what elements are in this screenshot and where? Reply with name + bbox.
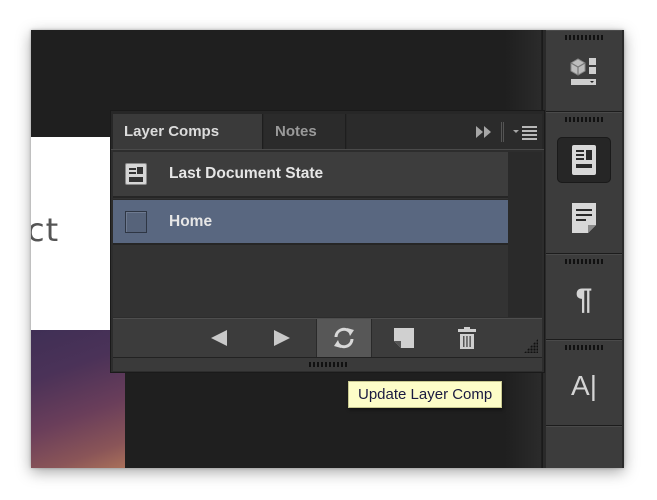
icon-dock: ¶ A|: [542, 30, 624, 468]
arrow-right-icon: [274, 330, 290, 346]
update-comp-button[interactable]: [316, 319, 372, 357]
new-comp-button[interactable]: [376, 319, 432, 357]
refresh-icon: [334, 327, 354, 349]
dock-group-comps: [546, 112, 622, 254]
layer-comps-list: Last Document State Home: [113, 152, 508, 317]
list-item-last-document-state[interactable]: Last Document State: [113, 152, 508, 198]
3d-cube-icon: [570, 58, 596, 85]
canvas-document[interactable]: ct: [31, 137, 111, 330]
tab-layer-comps[interactable]: Layer Comps: [113, 114, 263, 149]
dock-group-empty: [546, 426, 622, 468]
tab-notes[interactable]: Notes: [264, 114, 346, 149]
character-icon: A|: [571, 370, 597, 401]
delete-comp-button[interactable]: [439, 319, 495, 357]
tooltip: Update Layer Comp: [348, 381, 503, 408]
dock-button-layer-comps[interactable]: [557, 137, 611, 183]
arrow-left-icon: [211, 330, 227, 346]
dock-grip[interactable]: [565, 35, 603, 40]
dock-grip[interactable]: [565, 117, 603, 122]
dock-group-3d: [546, 30, 622, 112]
panel-toolbar: [113, 318, 542, 357]
apply-comp-checkbox[interactable]: [125, 210, 147, 233]
list-scrollbar[interactable]: [508, 152, 542, 317]
trash-icon: [458, 327, 476, 349]
dock-button-paragraph[interactable]: ¶: [557, 277, 611, 323]
dock-button-notes[interactable]: [557, 195, 611, 241]
tab-tools: [475, 114, 538, 149]
next-comp-button[interactable]: [254, 319, 310, 357]
list-item-label: Last Document State: [169, 165, 324, 182]
tab-tools-separator: [501, 121, 504, 142]
notes-icon: [572, 203, 596, 233]
layer-comps-icon: [572, 145, 596, 175]
canvas-text: ct: [31, 211, 60, 249]
dock-grip[interactable]: [565, 259, 603, 264]
dock-group-paragraph: ¶: [546, 254, 622, 340]
dock-group-character: A|: [546, 340, 622, 426]
previous-comp-button[interactable]: [191, 319, 247, 357]
panel-menu-icon[interactable]: [512, 124, 538, 140]
document-state-icon: [125, 163, 147, 185]
dock-button-3d[interactable]: [557, 49, 611, 95]
dock-grip[interactable]: [565, 345, 603, 350]
panel-bottom-bar: [113, 357, 542, 371]
list-item-home[interactable]: Home: [113, 199, 508, 245]
layer-comps-panel: Layer Comps Notes Last Document State Ho…: [110, 110, 545, 373]
list-item-label: Home: [169, 212, 213, 230]
panel-resize-grip[interactable]: [308, 362, 347, 367]
panel-tabbar: Layer Comps Notes: [111, 111, 544, 150]
paragraph-icon: ¶: [575, 283, 593, 316]
dock-button-character[interactable]: A|: [557, 363, 611, 409]
collapse-panel-icon[interactable]: [475, 125, 493, 139]
new-comp-icon: [394, 328, 414, 348]
resize-grip[interactable]: [524, 339, 538, 353]
